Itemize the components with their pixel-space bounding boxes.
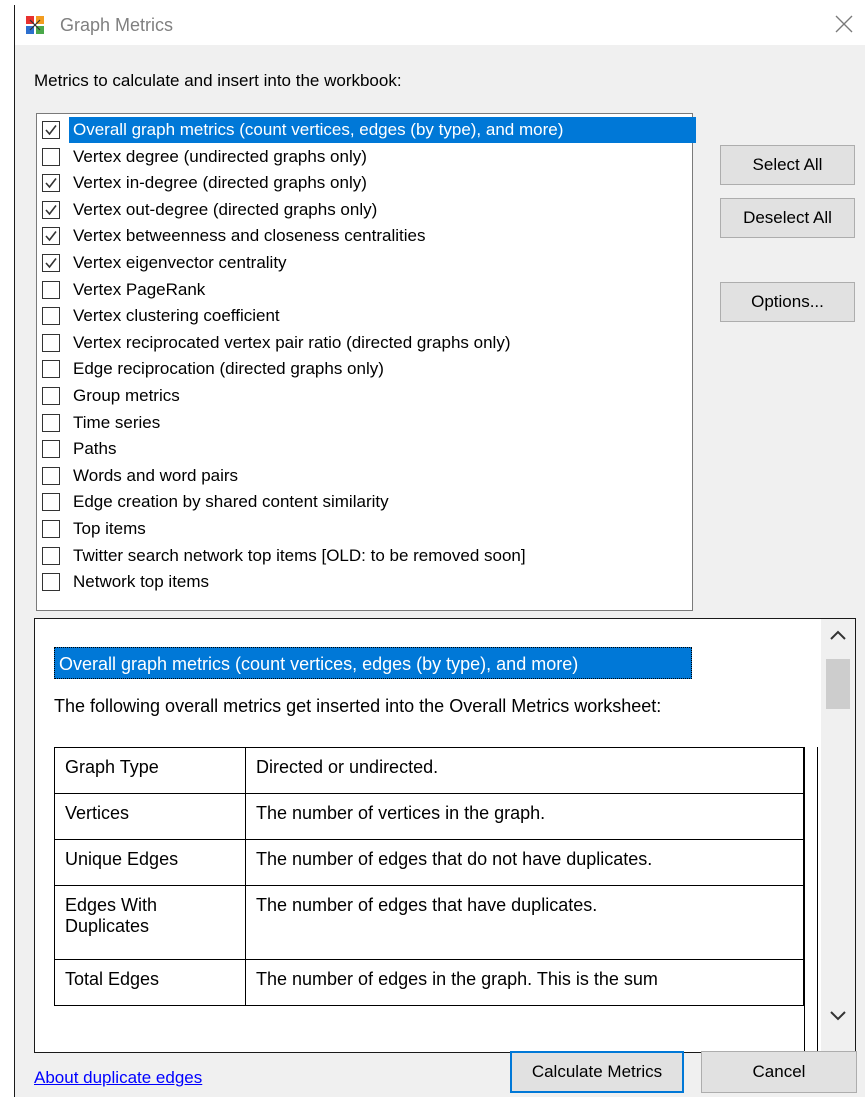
metric-list-item[interactable]: Network top items: [37, 569, 692, 596]
metric-label: Vertex out-degree (directed graphs only): [73, 199, 378, 219]
metric-name-cell: Unique Edges: [54, 839, 246, 886]
checkmark-icon: [45, 125, 57, 136]
metric-name-cell: Edges With Duplicates: [54, 885, 246, 960]
checkmark-icon: [45, 178, 57, 189]
metric-checkbox[interactable]: [42, 360, 60, 379]
metric-list-item[interactable]: Vertex out-degree (directed graphs only): [37, 197, 692, 224]
metric-label: Overall graph metrics (count vertices, e…: [69, 117, 696, 143]
metric-label: Words and word pairs: [73, 465, 239, 485]
checkmark-icon: [45, 231, 57, 242]
metric-label: Vertex PageRank: [73, 279, 206, 299]
metric-label: Vertex eigenvector centrality: [73, 252, 287, 272]
chevron-down-icon: [830, 1011, 846, 1021]
metric-checkbox[interactable]: [42, 227, 60, 246]
metric-label: Vertex reciprocated vertex pair ratio (d…: [73, 332, 511, 352]
metric-list-item[interactable]: Edge creation by shared content similari…: [37, 489, 692, 516]
metric-list-item[interactable]: Vertex clustering coefficient: [37, 303, 692, 330]
metric-label: Vertex degree (undirected graphs only): [73, 146, 367, 166]
metric-checkbox[interactable]: [42, 200, 60, 219]
description-heading: Overall graph metrics (count vertices, e…: [54, 647, 692, 679]
metric-checkbox[interactable]: [42, 386, 60, 405]
metric-checkbox[interactable]: [42, 147, 60, 166]
metric-label: Twitter search network top items [OLD: t…: [73, 545, 526, 565]
metric-list-item[interactable]: Twitter search network top items [OLD: t…: [37, 543, 692, 570]
chevron-up-icon: [830, 630, 846, 640]
metric-checkbox[interactable]: [42, 519, 60, 538]
metric-list-item[interactable]: Vertex degree (undirected graphs only): [37, 144, 692, 171]
metric-checkbox[interactable]: [42, 253, 60, 272]
overall-metrics-table: Graph Type Directed or undirected. Vertice…: [54, 747, 804, 1006]
metric-label: Time series: [73, 412, 161, 432]
metric-list-item[interactable]: Overall graph metrics (count vertices, e…: [37, 117, 696, 144]
scroll-up-button[interactable]: [821, 619, 855, 653]
metric-label: Paths: [73, 439, 117, 459]
metric-list-item[interactable]: Vertex betweenness and closeness central…: [37, 223, 692, 250]
metric-description-panel[interactable]: Overall graph metrics (count vertices, e…: [34, 618, 856, 1053]
about-duplicate-edges-link[interactable]: About duplicate edges: [34, 1068, 202, 1088]
metric-list-item[interactable]: Vertex eigenvector centrality: [37, 250, 692, 277]
title-bar: Graph Metrics: [15, 5, 865, 45]
checkmark-icon: [45, 204, 57, 216]
metric-list-item[interactable]: Edge reciprocation (directed graphs only…: [37, 356, 692, 383]
metric-checkbox[interactable]: [42, 280, 60, 299]
metric-checkbox[interactable]: [42, 174, 60, 193]
description-intro: The following overall metrics get insert…: [54, 696, 662, 716]
metric-label: Edge reciprocation (directed graphs only…: [73, 359, 384, 379]
metric-checkbox[interactable]: [42, 440, 60, 459]
table-edge-column: [804, 747, 818, 1052]
metric-desc-cell: The number of edges that do not have dup…: [245, 839, 804, 886]
metric-checkbox[interactable]: [42, 333, 60, 352]
metric-list-item[interactable]: Vertex reciprocated vertex pair ratio (d…: [37, 330, 692, 357]
metric-list-item[interactable]: Vertex in-degree (directed graphs only): [37, 170, 692, 197]
deselect-all-button[interactable]: Deselect All: [720, 198, 855, 238]
metric-label: Vertex betweenness and closeness central…: [73, 226, 426, 246]
metric-name-cell: Vertices: [54, 793, 246, 840]
metric-label: Vertex clustering coefficient: [73, 306, 280, 326]
calculate-metrics-button[interactable]: Calculate Metrics: [510, 1051, 684, 1093]
cancel-button[interactable]: Cancel: [701, 1051, 857, 1093]
table-row: Edges With Duplicates The number of edges…: [54, 885, 804, 960]
metric-list-item[interactable]: Time series: [37, 410, 692, 437]
metric-desc-cell: The number of vertices in the graph.: [245, 793, 804, 840]
metric-list-item[interactable]: Group metrics: [37, 383, 692, 410]
metric-checkbox[interactable]: [42, 546, 60, 565]
metrics-checklist[interactable]: Overall graph metrics (count vertices, e…: [36, 113, 696, 611]
metric-label: Top items: [73, 518, 146, 538]
metric-desc-cell: The number of edges in the graph. This i…: [245, 959, 804, 1006]
table-row: Total Edges The number of edges in the gr…: [54, 959, 804, 1006]
metric-name-cell: Total Edges: [54, 959, 246, 1006]
checkmark-icon: [45, 257, 57, 269]
table-row: Unique Edges The number of edges that do …: [54, 839, 804, 886]
metric-checkbox[interactable]: [42, 121, 60, 139]
metric-list-item[interactable]: Top items: [37, 516, 692, 543]
metric-name-cell: Graph Type: [54, 747, 246, 794]
metric-checkbox[interactable]: [42, 466, 60, 485]
table-row: Graph Type Directed or undirected.: [54, 747, 804, 794]
metrics-instructions-label: Metrics to calculate and insert into the…: [34, 71, 402, 90]
scroll-thumb[interactable]: [826, 659, 850, 709]
table-row: Vertices The number of vertices in the gr…: [54, 793, 804, 840]
metric-label: Vertex in-degree (directed graphs only): [73, 173, 367, 193]
metric-label: Group metrics: [73, 385, 180, 405]
metric-desc-cell: Directed or undirected.: [245, 747, 804, 794]
metric-list-item[interactable]: Vertex PageRank: [37, 277, 692, 304]
metric-checkbox[interactable]: [42, 573, 60, 592]
metric-checkbox[interactable]: [42, 307, 60, 326]
options-button[interactable]: Options...: [720, 282, 855, 322]
metric-checkbox[interactable]: [42, 413, 60, 432]
close-button[interactable]: [820, 5, 865, 45]
vertical-scrollbar[interactable]: [821, 619, 855, 1052]
window-title: Graph Metrics: [60, 15, 174, 35]
metric-list-item[interactable]: Paths: [37, 436, 692, 463]
metric-desc-cell: The number of edges that have duplicates…: [245, 885, 804, 960]
close-icon: [835, 15, 853, 33]
metric-label: Edge creation by shared content similari…: [73, 492, 389, 512]
app-icon: [25, 15, 45, 35]
metric-list-item[interactable]: Words and word pairs: [37, 463, 692, 490]
graph-metrics-dialog: Graph Metrics Metrics to calculate and i…: [14, 5, 865, 1097]
scroll-down-button[interactable]: [821, 999, 855, 1033]
metric-checkbox[interactable]: [42, 493, 60, 512]
select-all-button[interactable]: Select All: [720, 145, 855, 185]
metric-label: Network top items: [73, 572, 210, 592]
